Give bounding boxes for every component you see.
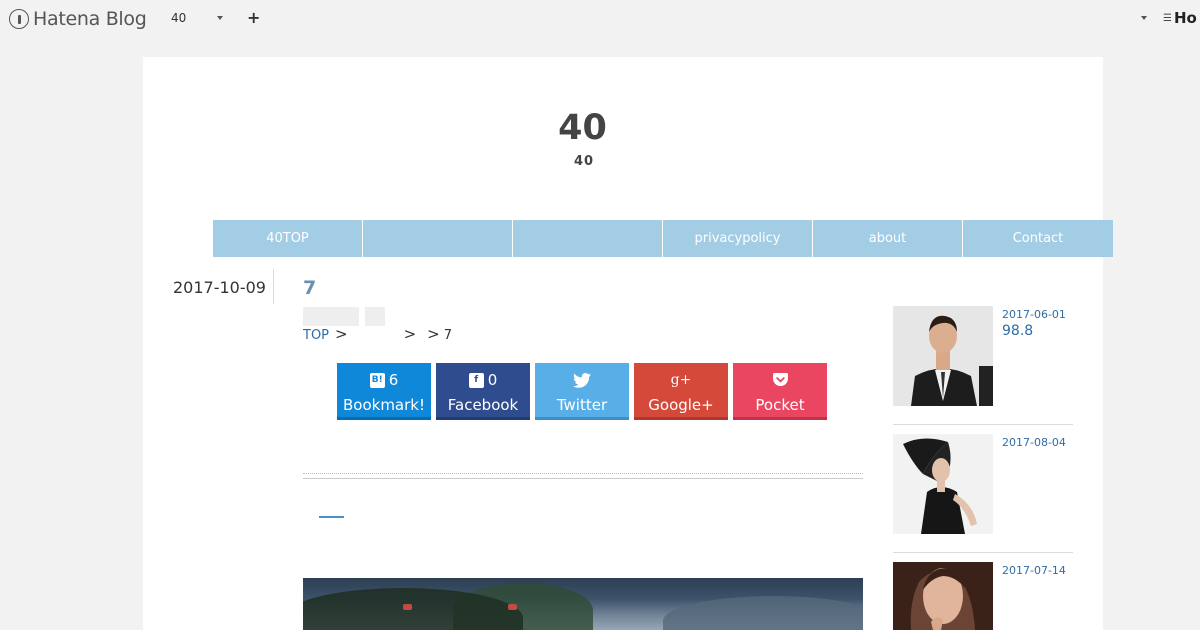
hatena-logo-text: Hatena Blog	[33, 8, 147, 30]
blog-switcher-caret-icon[interactable]	[217, 16, 223, 20]
facebook-share-button[interactable]: f 0 Facebook	[436, 363, 530, 420]
share-label: Bookmark!	[342, 396, 425, 414]
global-nav: 40TOP privacypolicy about Contact	[213, 220, 1113, 257]
pocket-share-button[interactable]: Pocket	[733, 363, 827, 420]
content-divider	[303, 473, 863, 479]
breadcrumb-separator: >	[403, 325, 417, 343]
sidebar-entry[interactable]: 2017-06-01 98.8	[893, 306, 1073, 406]
sidebar-entry-date[interactable]: 2017-06-01	[1002, 308, 1066, 321]
nav-item-2[interactable]	[363, 220, 513, 257]
sidebar-entry-date[interactable]: 2017-08-04	[1002, 436, 1066, 449]
share-count: 0	[487, 371, 498, 389]
entry-thumbnail[interactable]	[893, 562, 993, 630]
entry-thumbnail[interactable]	[893, 306, 993, 406]
category-label[interactable]	[365, 307, 385, 326]
share-label: Pocket	[755, 396, 805, 414]
date-divider	[273, 269, 274, 304]
twitter-icon	[573, 372, 591, 388]
sidebar-entry[interactable]: 2017-08-04	[893, 434, 1073, 534]
hatena-logo-icon	[9, 9, 29, 29]
blog-title[interactable]: 40	[143, 108, 1022, 148]
breadcrumb-current: 7	[443, 328, 453, 343]
entry-hero-image	[303, 578, 863, 630]
google-plus-icon: g+	[670, 372, 692, 388]
facebook-icon: f	[468, 372, 484, 388]
share-buttons: B! 6 Bookmark! f 0 Facebook Twitter g+ G…	[337, 363, 827, 420]
twitter-share-button[interactable]: Twitter	[535, 363, 629, 420]
hatena-topbar: Hatena Blog 40 + ☰ Ho	[0, 0, 1200, 38]
hatena-blog-logo[interactable]: Hatena Blog	[9, 7, 147, 31]
entry-thumbnail[interactable]	[893, 434, 993, 534]
sidebar-divider	[893, 424, 1073, 425]
hatena-bookmark-icon: B!	[369, 372, 385, 388]
google-plus-share-button[interactable]: g+ Google+	[634, 363, 728, 420]
entry-date[interactable]: 2017-10-09	[173, 278, 266, 297]
hatena-right-logo[interactable]: ☰ Ho	[1163, 9, 1197, 27]
hatena-wifi-icon: ☰	[1163, 12, 1172, 24]
nav-item-about[interactable]: about	[813, 220, 963, 257]
breadcrumb-separator: >	[427, 325, 440, 343]
nav-item-3[interactable]	[513, 220, 663, 257]
nav-item-contact[interactable]: Contact	[963, 220, 1113, 257]
entry-title[interactable]: 7	[303, 277, 316, 299]
nav-item-privacypolicy[interactable]: privacypolicy	[663, 220, 813, 257]
share-label: Google+	[648, 396, 714, 414]
share-count: 6	[388, 371, 399, 389]
table-of-contents-link[interactable]	[319, 516, 344, 518]
user-menu-caret-icon[interactable]	[1141, 16, 1147, 20]
blog-switcher[interactable]: 40	[171, 11, 186, 25]
sidebar-divider	[893, 552, 1073, 553]
share-label: Facebook	[447, 396, 519, 414]
hatena-bookmark-button[interactable]: B! 6 Bookmark!	[337, 363, 431, 420]
new-post-button[interactable]: +	[247, 8, 260, 27]
breadcrumb: TOP > > > 7	[303, 325, 452, 343]
sidebar-entry[interactable]: 2017-07-14	[893, 562, 1073, 630]
category-label[interactable]	[303, 307, 359, 326]
sidebar-entry-title[interactable]: 98.8	[1002, 323, 1033, 339]
share-label: Twitter	[556, 396, 608, 414]
sidebar-entry-date[interactable]: 2017-07-14	[1002, 564, 1066, 577]
nav-item-top[interactable]: 40TOP	[213, 220, 363, 257]
pocket-icon	[772, 373, 788, 387]
breadcrumb-top-link[interactable]: TOP	[303, 328, 329, 343]
breadcrumb-separator: >	[335, 325, 348, 343]
blog-description: 40	[573, 154, 595, 169]
